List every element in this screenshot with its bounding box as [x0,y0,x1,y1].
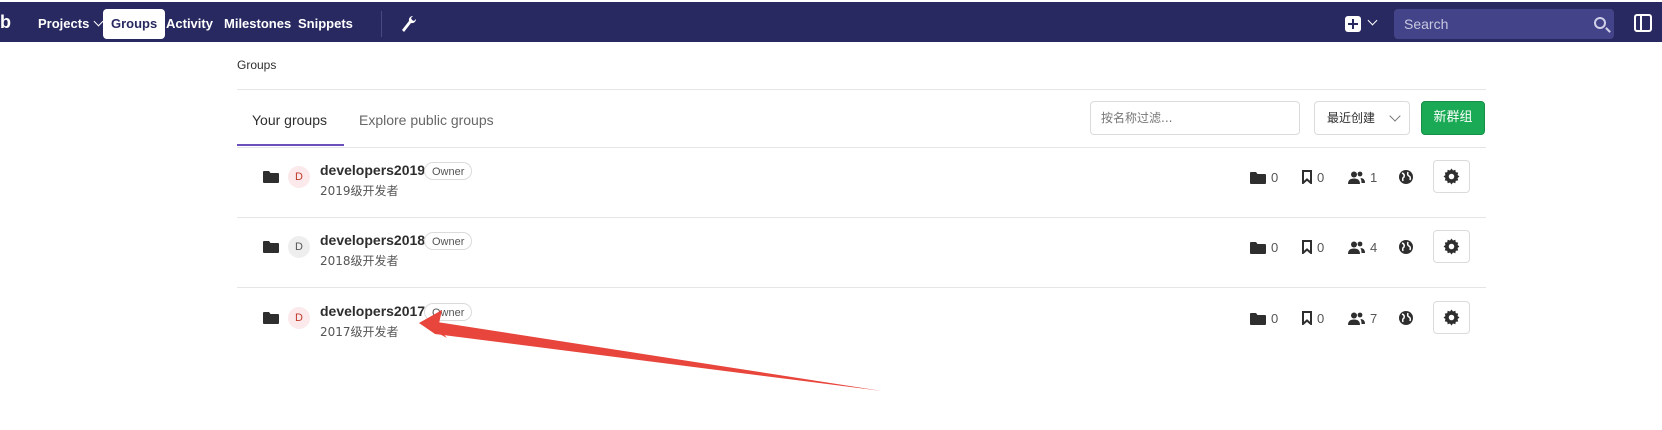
annotation-arrow [419,310,882,391]
